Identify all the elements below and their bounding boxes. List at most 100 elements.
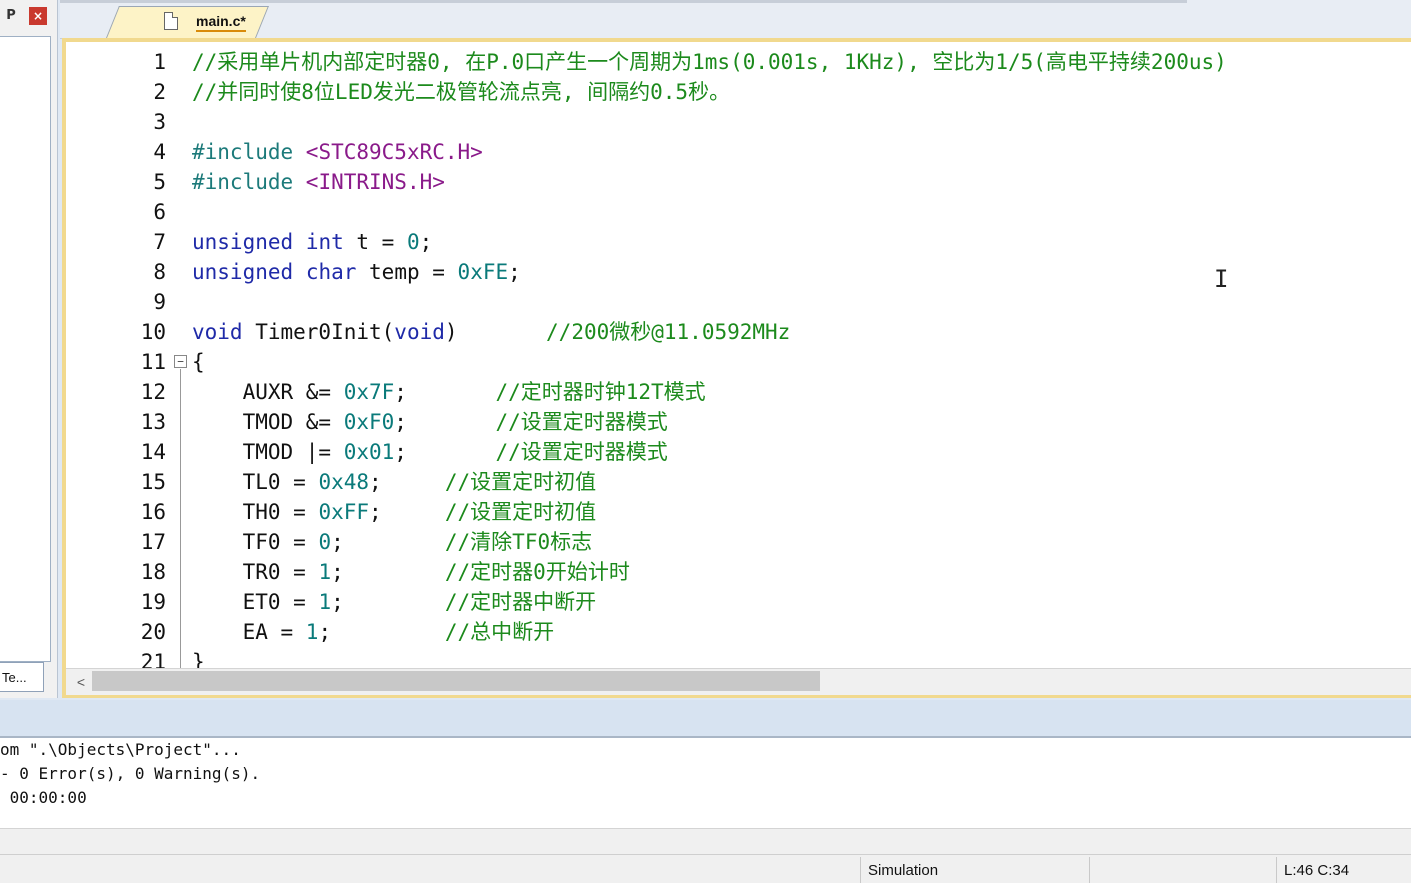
code-token: ; [394, 380, 496, 404]
code-token: ; [318, 620, 445, 644]
code-token: ; [369, 470, 445, 494]
code-line[interactable]: 2 //并同时使8位LED发光二极管轮流点亮, 间隔约0.5秒。 [66, 77, 1411, 107]
code-text: unsigned char temp = 0xFE; [192, 257, 521, 287]
code-text: //采用单片机内部定时器0, 在P.0口产生一个周期为1ms(0.001s, 1… [192, 47, 1227, 77]
code-line[interactable]: 11−{ [66, 347, 1411, 377]
tab-strip-border [60, 0, 1187, 3]
horizontal-scrollbar[interactable]: < [66, 668, 1411, 695]
pin-icon[interactable]: Р [4, 8, 18, 24]
code-line[interactable]: 10 void Timer0Init(void) //200微秒@11.0592M… [66, 317, 1411, 347]
code-line[interactable]: 3 [66, 107, 1411, 137]
fold-guide [180, 369, 181, 668]
code-token: temp = [356, 260, 458, 284]
code-text: //并同时使8位LED发光二极管轮流点亮, 间隔约0.5秒。 [192, 77, 730, 107]
code-text: TMOD &= 0xF0; //设置定时器模式 [192, 407, 668, 437]
code-token: 0xF0 [343, 410, 395, 434]
code-line[interactable]: 9 [66, 287, 1411, 317]
code-line[interactable]: 12 AUXR &= 0x7F; //定时器时钟12T模式 [66, 377, 1411, 407]
code-token: TF0 = [192, 530, 319, 554]
code-token: TR0 = [192, 560, 319, 584]
code-line[interactable]: 7 unsigned int t = 0; [66, 227, 1411, 257]
scrollbar-thumb[interactable] [92, 671, 820, 691]
code-token: unsigned [192, 260, 294, 284]
code-text: TF0 = 0; //清除TF0标志 [192, 527, 593, 557]
code-token: //设置定时初值 [444, 470, 597, 494]
code-line[interactable]: 20 EA = 1; //总中断开 [66, 617, 1411, 647]
code-token: //设置定时器模式 [495, 440, 668, 464]
line-number: 6 [153, 200, 166, 224]
project-tree[interactable] [0, 36, 51, 662]
build-output: om ".\Objects\Project"... - 0 Error(s), … [0, 738, 1411, 828]
code-token: void [394, 320, 445, 344]
tab-main-c[interactable]: main.c* [160, 6, 264, 38]
panel-splitter[interactable] [0, 700, 1411, 738]
code-token: 0xFF [318, 500, 370, 524]
code-text: { [192, 347, 205, 377]
line-number: 5 [153, 170, 166, 194]
line-number: 11 [140, 350, 166, 374]
code-token: 0x01 [343, 440, 395, 464]
line-number: 17 [140, 530, 166, 554]
code-line[interactable]: 15 TL0 = 0x48; //设置定时初值 [66, 467, 1411, 497]
code-token: unsigned [192, 230, 294, 254]
line-number: 14 [140, 440, 166, 464]
code-line[interactable]: 21} [66, 647, 1411, 668]
output-line: 00:00:00 [0, 788, 87, 807]
code-token: //200微秒@11.0592MHz [546, 320, 791, 344]
code-token: //清除TF0标志 [444, 530, 593, 554]
code-token: //设置定时初值 [444, 500, 597, 524]
line-number: 2 [153, 80, 166, 104]
code-editor[interactable]: 1 //采用单片机内部定时器0, 在P.0口产生一个周期为1ms(0.001s, … [62, 38, 1411, 698]
fold-toggle-icon[interactable]: − [174, 355, 187, 368]
code-text: #include <STC89C5xRC.H> [192, 137, 483, 167]
code-line[interactable]: 17 TF0 = 0; //清除TF0标志 [66, 527, 1411, 557]
line-number: 9 [153, 290, 166, 314]
code-token: ; [331, 560, 445, 584]
code-token: TL0 = [192, 470, 319, 494]
code-text: TR0 = 1; //定时器0开始计时 [192, 557, 630, 587]
output-line: om ".\Objects\Project"... [0, 740, 241, 759]
code-text: TMOD |= 0x01; //设置定时器模式 [192, 437, 668, 467]
line-number: 12 [140, 380, 166, 404]
code-token: ; [369, 500, 445, 524]
code-token: 0 [318, 530, 332, 554]
code-token: char [305, 260, 357, 284]
code-line[interactable]: 18 TR0 = 1; //定时器0开始计时 [66, 557, 1411, 587]
code-text: AUXR &= 0x7F; //定时器时钟12T模式 [192, 377, 706, 407]
code-line[interactable]: 19 ET0 = 1; //定时器中断开 [66, 587, 1411, 617]
code-token: 0 [406, 230, 420, 254]
code-line[interactable]: 6 [66, 197, 1411, 227]
code-line[interactable]: 14 TMOD |= 0x01; //设置定时器模式 [66, 437, 1411, 467]
scroll-left-icon[interactable]: < [72, 672, 90, 692]
code-token: EA = [192, 620, 306, 644]
code-text: EA = 1; //总中断开 [192, 617, 555, 647]
status-separator [1276, 857, 1277, 883]
code-line[interactable]: 1 //采用单片机内部定时器0, 在P.0口产生一个周期为1ms(0.001s, … [66, 47, 1411, 77]
line-number: 1 [153, 50, 166, 74]
code-token: } [192, 650, 205, 668]
line-number: 7 [153, 230, 166, 254]
code-token: 1 [305, 620, 319, 644]
line-number: 20 [140, 620, 166, 644]
code-line[interactable]: 16 TH0 = 0xFF; //设置定时初值 [66, 497, 1411, 527]
line-number: 18 [140, 560, 166, 584]
code-line[interactable]: 4 #include <STC89C5xRC.H> [66, 137, 1411, 167]
project-panel-tab[interactable]: Te... [0, 662, 44, 692]
line-number: 3 [153, 110, 166, 134]
code-token: #include [192, 140, 306, 164]
code-line[interactable]: 13 TMOD &= 0xF0; //设置定时器模式 [66, 407, 1411, 437]
status-cursor-position: L:46 C:34 [1284, 862, 1350, 879]
code-token: ; [508, 260, 521, 284]
code-text: void Timer0Init(void) //200微秒@11.0592MHz [192, 317, 790, 347]
output-footer [0, 828, 1411, 855]
code-line[interactable]: 8 unsigned char temp = 0xFE; [66, 257, 1411, 287]
code-token: //定时器0开始计时 [444, 560, 630, 584]
close-icon[interactable]: × [29, 7, 47, 25]
code-line[interactable]: 5 #include <INTRINS.H> [66, 167, 1411, 197]
code-area[interactable]: 1 //采用单片机内部定时器0, 在P.0口产生一个周期为1ms(0.001s, … [66, 42, 1411, 668]
code-token: 0xFE [457, 260, 509, 284]
code-token: //总中断开 [444, 620, 555, 644]
project-panel: Р × Te... [0, 0, 58, 698]
line-number: 4 [153, 140, 166, 164]
